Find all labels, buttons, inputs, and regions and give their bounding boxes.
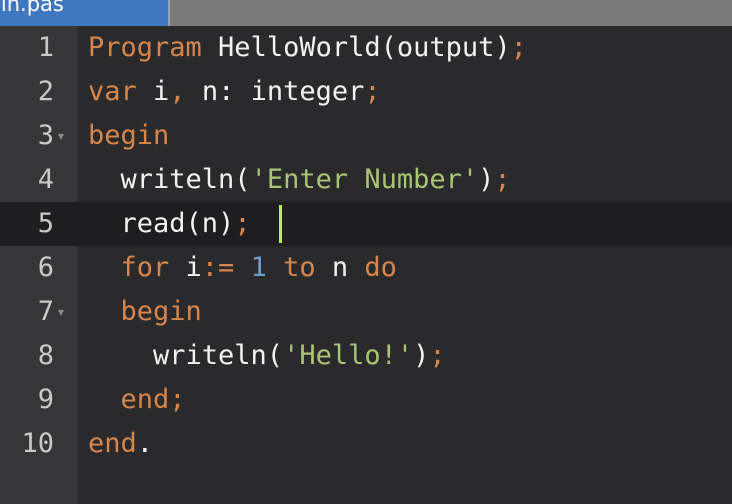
fold-arrow-icon[interactable]: ▾ <box>58 114 64 158</box>
tab-main-pas[interactable]: ain.pas <box>0 0 170 26</box>
code-line[interactable]: 9 end; <box>0 378 732 422</box>
line-number: 4 <box>37 164 54 195</box>
code-text: for i:= 1 to n do <box>88 246 397 290</box>
code-text: Program HelloWorld(output); <box>88 26 527 70</box>
code-text: writeln('Hello!'); <box>88 334 446 378</box>
code-token: writeln( <box>88 164 251 195</box>
code-token: 1 <box>234 252 267 283</box>
code-token: HelloWorld(output) <box>201 32 511 63</box>
line-number: 2 <box>37 76 54 107</box>
code-line[interactable]: 2 var i, n: integer; <box>0 70 732 114</box>
line-number: 9 <box>37 384 54 415</box>
code-text: writeln('Enter Number'); <box>88 158 511 202</box>
text-cursor <box>279 205 282 243</box>
code-token: do <box>348 252 397 283</box>
code-text: end. <box>88 422 153 466</box>
code-token: Program <box>88 32 202 63</box>
code-token: ; <box>510 32 527 63</box>
code-line[interactable]: 1 Program HelloWorld(output); <box>0 26 732 70</box>
code-text: var i, n: integer; <box>88 70 381 114</box>
code-token: var <box>88 76 137 107</box>
code-token: 'Enter Number' <box>250 164 479 195</box>
code-token: ) <box>478 164 495 195</box>
line-number: 10 <box>21 428 54 459</box>
code-token: n <box>315 252 349 283</box>
code-token: . <box>136 428 154 459</box>
code-token: ; <box>494 164 511 195</box>
code-text: read(n); <box>88 202 251 246</box>
code-token: := <box>201 252 235 283</box>
line-number: 5 <box>37 208 54 239</box>
code-text: begin <box>88 114 169 158</box>
code-line[interactable]: 5 read(n); <box>0 202 732 246</box>
code-token: 'Hello!' <box>283 340 414 371</box>
code-line[interactable]: 4 writeln('Enter Number'); <box>0 158 732 202</box>
code-token: ; <box>429 340 446 371</box>
code-token: ; <box>169 384 186 415</box>
code-token: n: integer <box>185 76 365 107</box>
code-line[interactable]: 7 ▾ begin <box>0 290 732 334</box>
line-number: 6 <box>37 252 54 283</box>
code-token: writeln( <box>88 340 284 371</box>
code-token: , <box>169 76 186 107</box>
code-line[interactable]: 3 ▾ begin <box>0 114 732 158</box>
line-number: 1 <box>37 32 54 63</box>
code-token: i <box>169 252 202 283</box>
line-number: 7 <box>37 296 54 327</box>
code-token: ; <box>364 76 381 107</box>
code-token: i <box>136 76 170 107</box>
code-token: begin <box>88 120 170 151</box>
code-token: end <box>88 428 137 459</box>
code-line[interactable]: 10 end. <box>0 422 732 466</box>
code-token: to <box>266 252 316 283</box>
tab-label: ain.pas <box>0 0 64 16</box>
code-editor-window: ain.pas 1 Program HelloWorld(output); 2 var… <box>0 0 732 504</box>
code-line[interactable]: 6 for i:= 1 to n do <box>0 246 732 290</box>
code-text: end; <box>88 378 186 422</box>
code-text: begin <box>88 290 202 334</box>
code-token: end <box>88 384 170 415</box>
line-number: 3 <box>37 120 54 151</box>
code-token: begin <box>88 296 202 327</box>
code-token: read(n) <box>88 208 235 239</box>
code-token: ; <box>234 208 251 239</box>
tab-bar: ain.pas <box>0 0 732 26</box>
code-token: for <box>88 252 170 283</box>
line-number: 8 <box>37 340 54 371</box>
fold-arrow-icon[interactable]: ▾ <box>58 290 64 334</box>
code-token: ) <box>413 340 430 371</box>
code-line[interactable]: 8 writeln('Hello!'); <box>0 334 732 378</box>
